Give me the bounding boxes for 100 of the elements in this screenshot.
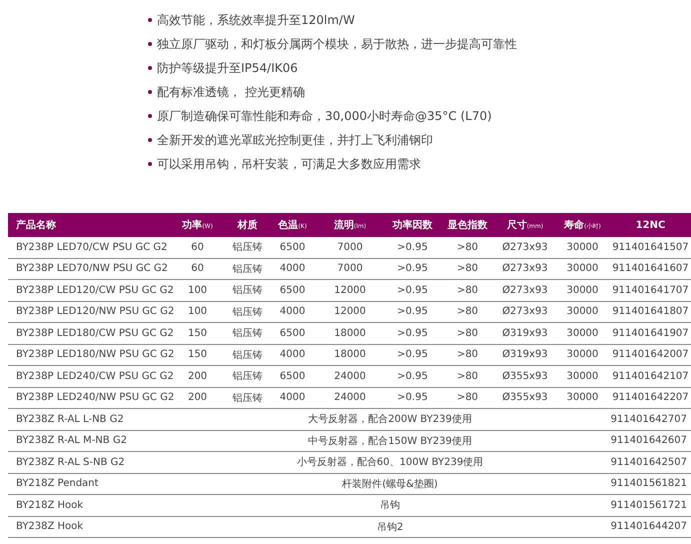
table-cell: 6500 (270, 322, 315, 344)
table-cell: 7000 (315, 237, 385, 258)
table-cell: 小号反射器，配合60、100W BY239使用 (170, 452, 610, 473)
table-cell: 7000 (315, 258, 385, 280)
table-cell: Ø319x93 (495, 322, 555, 344)
table-cell: >80 (440, 366, 495, 387)
table-cell: 铝压铸 (225, 344, 270, 366)
table-cell: 30000 (555, 387, 610, 408)
table-cell: 12000 (315, 301, 385, 322)
table-cell: 911401642507 (610, 452, 691, 473)
table-cell: BY238Z Hook (8, 516, 170, 538)
table-cell: 6500 (270, 366, 315, 387)
table-cell: BY238P LED70/CW PSU GC G2 (8, 237, 170, 258)
table-cell: 4000 (270, 258, 315, 280)
table-cell: 911401644207 (610, 516, 691, 538)
table-cell: Ø273x93 (495, 280, 555, 301)
table-cell: >0.95 (385, 301, 440, 322)
table-cell: 18000 (315, 322, 385, 344)
table-cell: 铝压铸 (225, 387, 270, 408)
table-cell: 911401642607 (610, 430, 691, 452)
table-cell: 24000 (315, 387, 385, 408)
table-cell: 4000 (270, 301, 315, 322)
table-cell: 铝压铸 (225, 301, 270, 322)
table-cell: BY238P LED70/NW PSU GC G2 (8, 258, 170, 280)
table-cell: >80 (440, 344, 495, 366)
table-cell: 吊钩2 (170, 516, 610, 538)
table-cell: BY238Z R-AL S-NB G2 (8, 452, 170, 473)
table-cell: 4000 (270, 387, 315, 408)
table-cell: >0.95 (385, 366, 440, 387)
column-header: 功率因数 (385, 213, 440, 237)
table-cell: >0.95 (385, 322, 440, 344)
table-cell: 30000 (555, 237, 610, 258)
table-cell: Ø355x93 (495, 366, 555, 387)
table-cell: 911401642107 (610, 366, 691, 387)
table-cell: BY238Z R-AL L-NB G2 (8, 408, 170, 430)
table-cell: 24000 (315, 366, 385, 387)
table-cell: 911401641907 (610, 322, 691, 344)
table-cell: 60 (170, 258, 225, 280)
table-cell: 吊钩 (170, 494, 610, 516)
feature-text: 防护等级提升至IP54/IK06 (157, 60, 298, 76)
table-cell: >80 (440, 258, 495, 280)
table-cell: 铝压铸 (225, 366, 270, 387)
table-cell: >0.95 (385, 237, 440, 258)
table-cell: BY238Z R-AL M-NB G2 (8, 430, 170, 452)
column-header: 产品名称 (8, 213, 170, 237)
bullet-icon (148, 42, 152, 46)
table-cell: 中号反射器，配合150W BY239使用 (170, 430, 610, 452)
table-cell: >80 (440, 322, 495, 344)
table-cell: 911401642207 (610, 387, 691, 408)
bullet-icon (148, 66, 152, 70)
table-cell: 30000 (555, 280, 610, 301)
table-cell: 12000 (315, 280, 385, 301)
table-cell: 30000 (555, 258, 610, 280)
table-cell: 6500 (270, 237, 315, 258)
table-cell: >80 (440, 280, 495, 301)
table-cell: 30000 (555, 301, 610, 322)
table-cell: 30000 (555, 366, 610, 387)
table-cell: Ø319x93 (495, 344, 555, 366)
table-cell: Ø273x93 (495, 258, 555, 280)
table-cell: 911401642707 (610, 408, 691, 430)
table-cell: 铝压铸 (225, 322, 270, 344)
table-cell: BY218Z Hook (8, 494, 170, 516)
table-cell: >0.95 (385, 387, 440, 408)
feature-text: 全新开发的遮光罩眩光控制更佳，并打上飞利浦钢印 (157, 132, 433, 148)
table-cell: Ø355x93 (495, 387, 555, 408)
bullet-icon (148, 162, 152, 166)
table-cell: 911401641807 (610, 301, 691, 322)
column-header: 材质 (225, 213, 270, 237)
table-cell: >80 (440, 301, 495, 322)
bullet-icon (148, 18, 152, 22)
column-header: 显色指数 (440, 213, 495, 237)
feature-text: 配有标准透镜， 控光更精确 (157, 84, 305, 100)
table-cell: 911401642007 (610, 344, 691, 366)
table-cell: 铝压铸 (225, 280, 270, 301)
feature-text: 原厂制造确保可靠性能和寿命，30,000小时寿命@35°C (L70) (157, 108, 492, 124)
table-cell: 30000 (555, 344, 610, 366)
table-cell: >0.95 (385, 280, 440, 301)
table-cell: >80 (440, 237, 495, 258)
table-cell: BY218Z Pendant (8, 473, 170, 494)
table-cell: 911401641507 (610, 237, 691, 258)
table-cell: >80 (440, 387, 495, 408)
table-cell: 铝压铸 (225, 237, 270, 258)
feature-text: 高效节能，系统效率提升至120lm/W (157, 12, 355, 28)
bullet-icon (148, 114, 152, 118)
column-header: 12NC (610, 213, 691, 237)
table-cell: 6500 (270, 280, 315, 301)
table-cell: 杆装附件(螺母&垫圈) (170, 473, 610, 494)
feature-text: 可以采用吊钩，吊杆安装，可满足大多数应用需求 (157, 156, 421, 172)
table-cell: 911401641607 (610, 258, 691, 280)
table-cell: 18000 (315, 344, 385, 366)
table-cell: 4000 (270, 344, 315, 366)
table-cell: 60 (170, 237, 225, 258)
table-cell: 911401561821 (610, 473, 691, 494)
bullet-icon (148, 90, 152, 94)
table-cell: 911401561721 (610, 494, 691, 516)
table-cell: 30000 (555, 322, 610, 344)
table-cell: Ø273x93 (495, 237, 555, 258)
table-cell: 铝压铸 (225, 258, 270, 280)
feature-text: 独立原厂驱动，和灯板分属两个模块，易于散热，进一步提高可靠性 (157, 36, 517, 52)
table-cell: 911401641707 (610, 280, 691, 301)
